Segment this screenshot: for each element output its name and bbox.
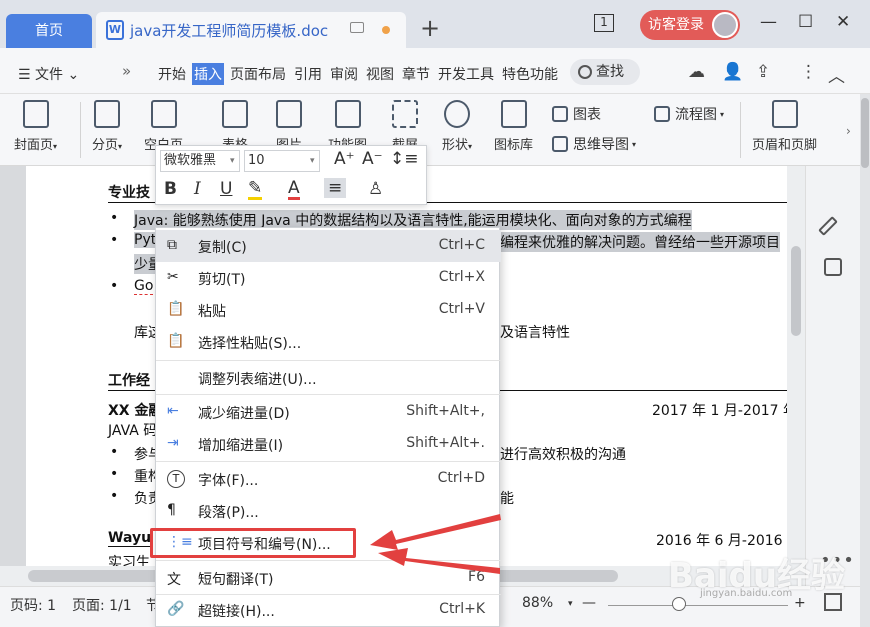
annotation-arrows: [370, 514, 501, 574]
baidu-watermark-url: jingyan.baidu.com: [700, 588, 793, 599]
annotation-arrow-lower: [378, 548, 500, 574]
annotation-arrow-upper: [370, 514, 501, 550]
